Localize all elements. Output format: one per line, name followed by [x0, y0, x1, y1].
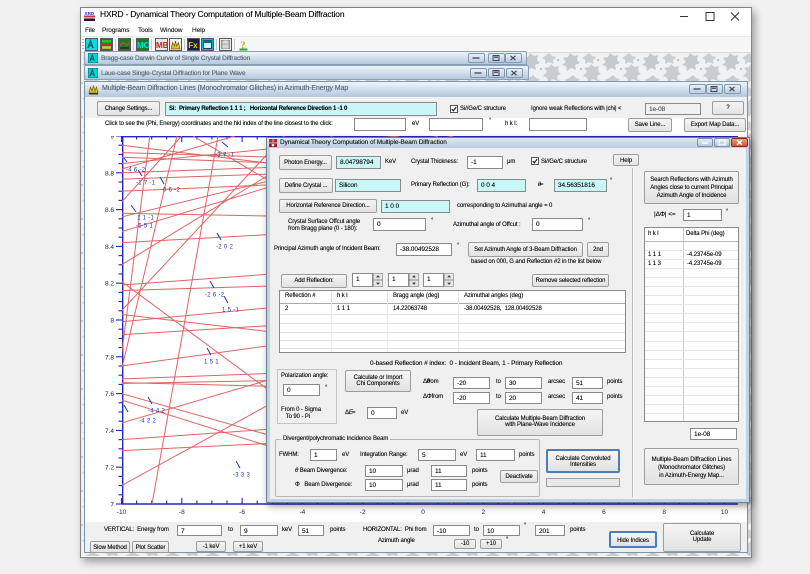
svg-text:XRD: XRD — [85, 11, 95, 16]
svg-text:2: 2 — [481, 509, 485, 516]
svg-text:MB: MB — [156, 41, 168, 50]
svg-text:7.2: 7.2 — [105, 465, 114, 472]
svg-text:8: 8 — [110, 318, 114, 325]
svg-text:-2: -2 — [360, 509, 366, 516]
svg-text:-3 3 3: -3 3 3 — [233, 473, 251, 479]
svg-text:8.6: 8.6 — [105, 207, 114, 214]
svg-text:0 6 -2: 0 6 -2 — [163, 188, 181, 194]
svg-text:-5 5 1: -5 5 1 — [136, 224, 154, 230]
svg-text:0: 0 — [421, 509, 425, 516]
svg-text:-10: -10 — [117, 509, 127, 516]
svg-text:1 5 -1: 1 5 -1 — [222, 308, 240, 314]
svg-text:MC: MC — [137, 41, 149, 50]
svg-text:7: 7 — [110, 502, 114, 509]
svg-text:8: 8 — [662, 509, 666, 516]
svg-text:Fx: Fx — [188, 41, 198, 50]
svg-text:1 1 -1: 1 1 -1 — [137, 216, 155, 222]
svg-text:-8: -8 — [179, 509, 185, 516]
svg-text:-4 6 -2: -4 6 -2 — [126, 168, 146, 174]
svg-text:10: 10 — [721, 509, 729, 516]
svg-text:8.2: 8.2 — [105, 281, 114, 288]
svg-text:4: 4 — [542, 509, 546, 516]
svg-text:8.8: 8.8 — [105, 170, 114, 177]
svg-text:-4 4 2: -4 4 2 — [148, 409, 166, 415]
svg-text:7.8: 7.8 — [105, 354, 114, 361]
svg-text:8.4: 8.4 — [105, 244, 114, 251]
svg-text:7.4: 7.4 — [105, 428, 114, 435]
svg-text:-2 0 2: -2 0 2 — [216, 245, 234, 251]
svg-text:9: 9 — [110, 136, 114, 141]
svg-text:-4: -4 — [300, 509, 306, 516]
svg-text:6: 6 — [602, 509, 606, 516]
svg-text:-2 6 -2: -2 6 -2 — [205, 293, 225, 299]
svg-text:7.6: 7.6 — [105, 391, 114, 398]
svg-text:-3 7 -1: -3 7 -1 — [215, 153, 235, 159]
svg-text:-4 2 2: -4 2 2 — [139, 419, 157, 425]
svg-text:1 5 1: 1 5 1 — [204, 360, 219, 366]
svg-text:-6: -6 — [239, 509, 245, 516]
svg-text:-1 7 -1: -1 7 -1 — [136, 181, 156, 187]
